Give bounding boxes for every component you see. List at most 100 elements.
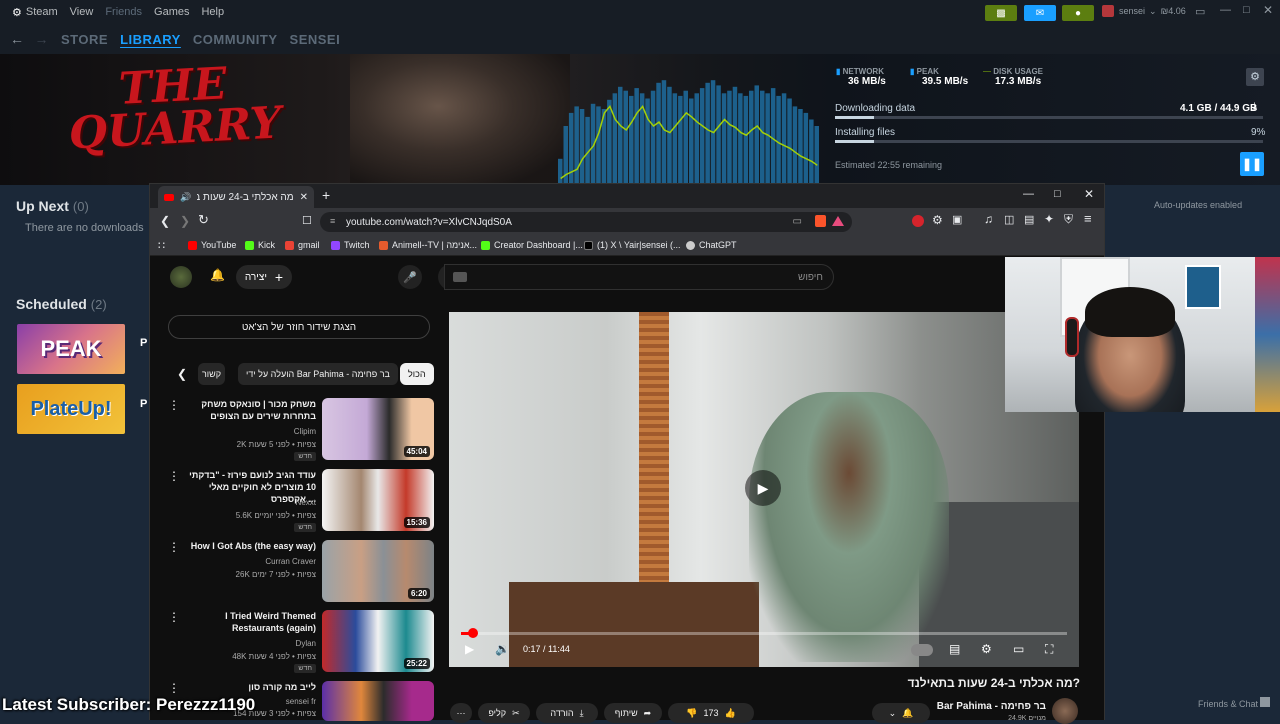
sidebar-icon[interactable]: ◫ [1004,213,1014,226]
yt-notifications-bell-icon[interactable]: 🔔 [210,268,225,282]
browser-forward-icon[interactable]: ❯ [180,214,190,228]
steam-bigpicture-icon[interactable]: ▭ [1195,5,1205,18]
recommendation-item[interactable]: ⋮ I Tried Weird Themed Restaurants (agai… [168,610,436,674]
video-progress-bar[interactable] [461,632,1067,635]
bookmark-kick[interactable]: Kick [245,240,275,250]
yt-voice-search-icon[interactable]: 🎤 [398,265,422,289]
bookmark-creator-dashboard[interactable]: Creator Dashboard |... [481,240,583,250]
rec-thumbnail[interactable]: 6:20 [322,540,434,602]
user-menu[interactable]: sensei ⌄ ₪4.06 [1119,6,1186,17]
brave-shield-icon[interactable] [815,215,826,227]
address-bar[interactable]: ≡ youtube.com/watch?v=XlvCNJqdS0A ▭ [320,212,852,232]
friends-chat-icon[interactable] [1260,697,1270,707]
nav-sensei[interactable]: SENSEI [290,32,341,47]
download-settings-button[interactable]: ⚙ [1246,68,1264,86]
extensions-icon[interactable]: ⚙ [932,213,943,227]
site-info-icon[interactable]: ≡ [330,216,335,226]
bookmark-twitch[interactable]: Twitch [331,240,370,250]
play-pause-icon[interactable]: ▶ [465,642,474,656]
browser-close-button[interactable]: ✕ [1084,187,1094,201]
progress-scrubber[interactable] [468,628,478,638]
recommendation-item[interactable]: ⋮ משחק מכור | סונאקס משחק בתחרות שירים ע… [168,398,436,462]
yt-create-button[interactable]: יצירה + [236,265,292,289]
chips-scroll-left-icon[interactable]: ❮ [177,367,187,381]
pause-download-button[interactable]: ❚❚ [1240,152,1264,176]
notifications-button[interactable]: ● [1062,5,1094,21]
browser-tab-youtube[interactable]: 🔊 מה אכלתי ב-24 שעות בתאילנד: ✕ [158,186,314,208]
user-avatar[interactable] [1102,5,1114,17]
nav-community[interactable]: COMMUNITY [193,32,278,47]
like-dislike-group[interactable]: 👎 173 👍 [668,703,754,723]
steam-controller-button[interactable]: ▩ [985,5,1017,21]
steam-maximize-button[interactable]: □ [1243,4,1250,16]
keyboard-icon[interactable] [453,272,467,282]
browser-maximize-button[interactable]: □ [1054,188,1061,200]
yt-search-input[interactable]: חיפוש [444,264,834,290]
download-button[interactable]: הורדה ⤓ [536,703,598,723]
bookmark-chatgpt[interactable]: ChatGPT [686,240,737,250]
dislike-icon[interactable]: 👎 [686,708,697,719]
menu-games[interactable]: Games [154,6,189,18]
channel-name[interactable]: Bar Pahima - בר פחימה [910,701,1046,712]
rec-thumbnail[interactable] [322,681,434,721]
settings-gear-icon[interactable]: ⚙ [981,642,992,656]
steam-close-button[interactable]: ✕ [1263,3,1273,17]
extension-record-icon[interactable] [912,215,924,227]
theater-mode-icon[interactable]: ▭ [1013,642,1024,656]
game-capsule-peak[interactable]: PEAK [17,324,125,374]
like-icon[interactable]: 👍 [725,708,736,719]
announcements-button[interactable]: ✉ [1024,5,1056,21]
menu-friends[interactable]: Friends [105,6,142,18]
game-capsule-plateup[interactable]: PlateUp! [17,384,125,434]
volume-icon[interactable]: 🔉 [495,642,510,656]
bookmark-animell[interactable]: Animell--TV | אנימה... [379,240,477,250]
menu-view[interactable]: View [70,6,94,18]
nav-library[interactable]: LIBRARY [120,32,181,47]
bookmark-x[interactable]: (1) X \ Yair|sensei (... [584,240,681,250]
share-button[interactable]: שיתוף ➦ [604,703,662,723]
big-play-button[interactable]: ▶ [745,470,781,506]
nav-store[interactable]: STORE [61,32,108,47]
speaker-icon[interactable]: 🔊 [180,192,191,203]
chip-uploaded-by[interactable]: הועלה על ידי Bar Pahima - בר פחימה [238,363,398,385]
steam-minimize-button[interactable]: — [1220,4,1231,16]
subscribe-bell-button[interactable]: ⌄ 🔔 [872,703,930,723]
menu-steam[interactable]: Steam [26,6,58,18]
autoplay-toggle[interactable] [911,644,933,656]
tab-close-icon[interactable]: ✕ [300,192,308,203]
chip-related[interactable]: קשור [198,363,226,385]
media-controls-icon[interactable]: ♫ [984,212,993,226]
subtitles-icon[interactable]: ▤ [949,642,960,656]
fullscreen-icon[interactable]: ⛶ [1045,642,1053,657]
bookmark-youtube[interactable]: YouTube [188,240,236,250]
extension-box-icon[interactable]: ▣ [952,213,962,226]
apps-grid-icon[interactable]: ∷ [158,239,165,252]
cast-icon[interactable]: ▭ [793,216,802,227]
bookmark-icon[interactable]: ☐ [302,214,312,227]
recommendation-item[interactable]: ⋮ עודד הגיב לנועם פירוז - "בדקתי 10 מוצר… [168,469,436,533]
menu-help[interactable]: Help [201,6,224,18]
forward-arrow-icon[interactable]: → [35,31,50,47]
bookmark-gmail[interactable]: gmail [285,240,320,250]
rec-thumbnail[interactable]: 15:36 [322,469,434,531]
leo-ai-icon[interactable]: ✦ [1044,212,1054,226]
vpn-shield-icon[interactable]: ⛨ [1064,212,1073,227]
wallet-icon[interactable]: ▤ [1024,213,1034,226]
chip-all[interactable]: הכול [400,363,434,385]
friends-chat-button[interactable]: Friends & Chat [1198,699,1258,709]
yt-account-avatar[interactable] [170,266,192,288]
reload-icon[interactable]: ↻ [198,212,209,228]
rec-thumbnail[interactable]: 45:04 [322,398,434,460]
chat-replay-button[interactable]: הצגת שידור חוזר של הצ'אט [168,315,430,339]
video-player[interactable]: ▶ ▶ 🔉 0:17 / 11:44 ▤ ⚙ ▭ ⛶ [449,312,1079,667]
brave-rewards-icon[interactable] [832,216,844,226]
clip-button[interactable]: קליפ ✂ [478,703,530,723]
back-arrow-icon[interactable]: ← [10,31,25,47]
browser-menu-icon[interactable]: ≡ [1084,211,1092,226]
recommendation-item[interactable]: ⋮ How I Got Abs (the easy way) Curran Cr… [168,540,436,604]
channel-avatar[interactable] [1052,698,1078,724]
browser-minimize-button[interactable]: — [1023,188,1034,200]
more-actions-button[interactable]: ⋯ [450,703,472,723]
rec-thumbnail[interactable]: 25:22 [322,610,434,672]
browser-back-icon[interactable]: ❮ [160,214,170,228]
